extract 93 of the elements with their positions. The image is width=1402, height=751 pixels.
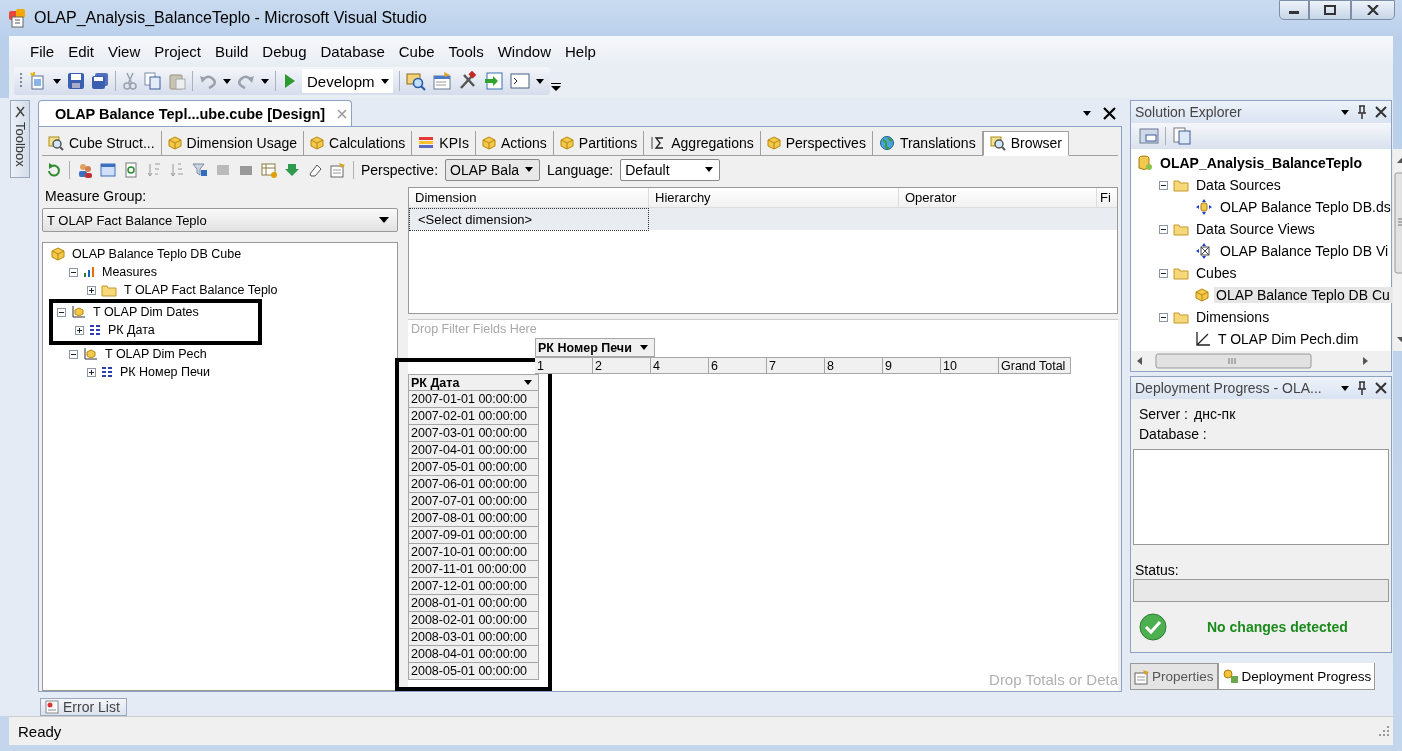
column-header: Dimension: [409, 188, 649, 207]
row-member-cell: 2007-05-01 00:00:00: [408, 459, 539, 476]
menu-item[interactable]: Tools: [441, 40, 491, 62]
tree-item[interactable]: Data Sources: [1194, 177, 1283, 193]
row-member-cell: 2007-09-01 00:00:00: [408, 527, 539, 544]
document-tab[interactable]: OLAP Balance Tepl...ube.cube [Design]: [38, 100, 353, 126]
column-field-header[interactable]: РК Номер Печи: [535, 338, 655, 357]
row-member-cell: 2007-10-01 00:00:00: [408, 544, 539, 561]
row-member-cell: 2007-07-01 00:00:00: [408, 493, 539, 510]
row-member-cell: 2008-03-01 00:00:00: [408, 629, 539, 646]
tree-item[interactable]: Measures: [100, 265, 159, 279]
column-header: Hierarchy: [649, 188, 899, 207]
error-list-tab[interactable]: Error List: [40, 698, 127, 716]
column-member-cell: 6: [709, 357, 767, 374]
drop-zone-hint: Drop Filter Fields Here: [410, 321, 538, 338]
column-member-cell: Grand Total: [999, 357, 1071, 374]
drop-zone-hint: Drop Totals or Deta: [989, 671, 1118, 688]
server-label: Server :: [1139, 405, 1188, 424]
panel-title: Solution Explorer: [1135, 104, 1243, 120]
designer-tab[interactable]: Translations: [872, 131, 983, 155]
tree-item[interactable]: OLAP Balance Teplo DB Cube: [70, 247, 244, 261]
row-member-cell: 2007-03-01 00:00:00: [408, 425, 539, 442]
row-member-cell: 2008-04-01 00:00:00: [408, 646, 539, 663]
table-cell[interactable]: <Select dimension>: [409, 208, 649, 231]
menu-item[interactable]: View: [101, 40, 148, 62]
toolbox-tab[interactable]: Toolbox: [10, 100, 30, 178]
tree-item[interactable]: T OLAP Dim Dates: [91, 305, 201, 319]
tree-item[interactable]: OLAP Balance Teplo DB.ds: [1218, 199, 1393, 215]
tree-item[interactable]: РК Номер Печи: [118, 365, 213, 379]
column-member-cell: 8: [825, 357, 883, 374]
menu-item[interactable]: Database: [313, 40, 392, 62]
row-member-cell: 2007-06-01 00:00:00: [408, 476, 539, 493]
column-member-cell: 7: [767, 357, 825, 374]
deployment-message: No changes detected: [1207, 619, 1348, 635]
row-member-cell: 2007-04-01 00:00:00: [408, 442, 539, 459]
designer-tab[interactable]: Partitions: [553, 131, 645, 155]
row-member-cell: 2008-01-01 00:00:00: [408, 595, 539, 612]
designer-tab[interactable]: Actions: [475, 131, 554, 155]
row-field-header[interactable]: РК Дата: [408, 374, 539, 391]
tree-item[interactable]: Data Source Views: [1194, 221, 1317, 237]
row-member-cell: 2007-02-01 00:00:00: [408, 408, 539, 425]
designer-tab[interactable]: Aggregations: [644, 131, 761, 155]
row-member-cell: 2007-12-01 00:00:00: [408, 578, 539, 595]
language-dropdown[interactable]: Default: [620, 158, 721, 181]
column-member-cell: 9: [883, 357, 941, 374]
designer-tab[interactable]: Perspectives: [760, 131, 873, 155]
menu-item[interactable]: Edit: [61, 40, 102, 62]
column-member-cell: 2: [593, 357, 651, 374]
menu-item[interactable]: Cube: [391, 40, 442, 62]
tree-item[interactable]: Dimensions: [1194, 309, 1272, 325]
status-label: Status:: [1134, 561, 1180, 579]
menu-item[interactable]: Debug: [255, 40, 314, 62]
designer-tab[interactable]: KPIs: [412, 131, 476, 155]
perspective-dropdown[interactable]: OLAP Bala: [445, 158, 541, 181]
row-member-cell: 2008-05-01 00:00:00: [408, 663, 539, 680]
row-member-cell: 2007-11-01 00:00:00: [408, 561, 539, 578]
tree-item[interactable]: РК Дата: [106, 323, 157, 337]
language-label: Language:: [547, 161, 614, 178]
panel-tab[interactable]: Properties: [1130, 663, 1218, 690]
column-header: Operator: [899, 188, 1097, 207]
tree-item[interactable]: T OLAP Dim Pech.dim: [1216, 331, 1361, 347]
tree-item[interactable]: Cubes: [1194, 265, 1239, 281]
perspective-label: Perspective:: [361, 161, 439, 178]
designer-tab[interactable]: Browser: [982, 131, 1069, 156]
configuration-dropdown[interactable]: Developm: [302, 69, 393, 93]
tree-item[interactable]: OLAP Balance Teplo DB Vi: [1218, 243, 1391, 259]
server-name: днс-пк: [1194, 405, 1236, 424]
menu-item[interactable]: File: [23, 40, 62, 62]
tree-item[interactable]: OLAP_Analysis_BalanceTeplo: [1158, 155, 1365, 171]
tree-item[interactable]: OLAP Balance Teplo DB Cu: [1214, 287, 1392, 303]
panel-tab[interactable]: Deployment Progress: [1217, 663, 1376, 690]
column-header: Fi: [1099, 189, 1112, 207]
row-member-cell: 2007-01-01 00:00:00: [408, 391, 539, 408]
database-label: Database :: [1139, 425, 1208, 444]
tree-item[interactable]: T OLAP Fact Balance Teplo: [122, 283, 280, 297]
column-member-cell: 1: [535, 357, 593, 374]
menu-item[interactable]: Build: [207, 40, 256, 62]
row-member-cell: 2008-02-01 00:00:00: [408, 612, 539, 629]
window-title: OLAP_Analysis_BalanceTeplo - Microsoft Visual Studio: [34, 9, 428, 27]
menu-item[interactable]: Project: [147, 40, 208, 62]
column-member-cell: 4: [651, 357, 709, 374]
menu-item[interactable]: Help: [558, 40, 603, 62]
menu-item[interactable]: Window: [490, 40, 558, 62]
tree-item[interactable]: T OLAP Dim Pech: [103, 347, 209, 361]
designer-tab[interactable]: Cube Struct...: [42, 131, 162, 155]
measure-group-dropdown[interactable]: T OLAP Fact Balance Teplo: [42, 208, 398, 232]
status-text: Ready: [18, 722, 62, 740]
measure-group-label: Measure Group:: [44, 187, 148, 206]
designer-tab[interactable]: Calculations: [304, 131, 413, 155]
designer-tab[interactable]: Dimension Usage: [161, 131, 305, 155]
row-member-cell: 2007-08-01 00:00:00: [408, 510, 539, 527]
panel-title: Deployment Progress - OLA...: [1135, 380, 1323, 396]
column-member-cell: 10: [941, 357, 999, 374]
